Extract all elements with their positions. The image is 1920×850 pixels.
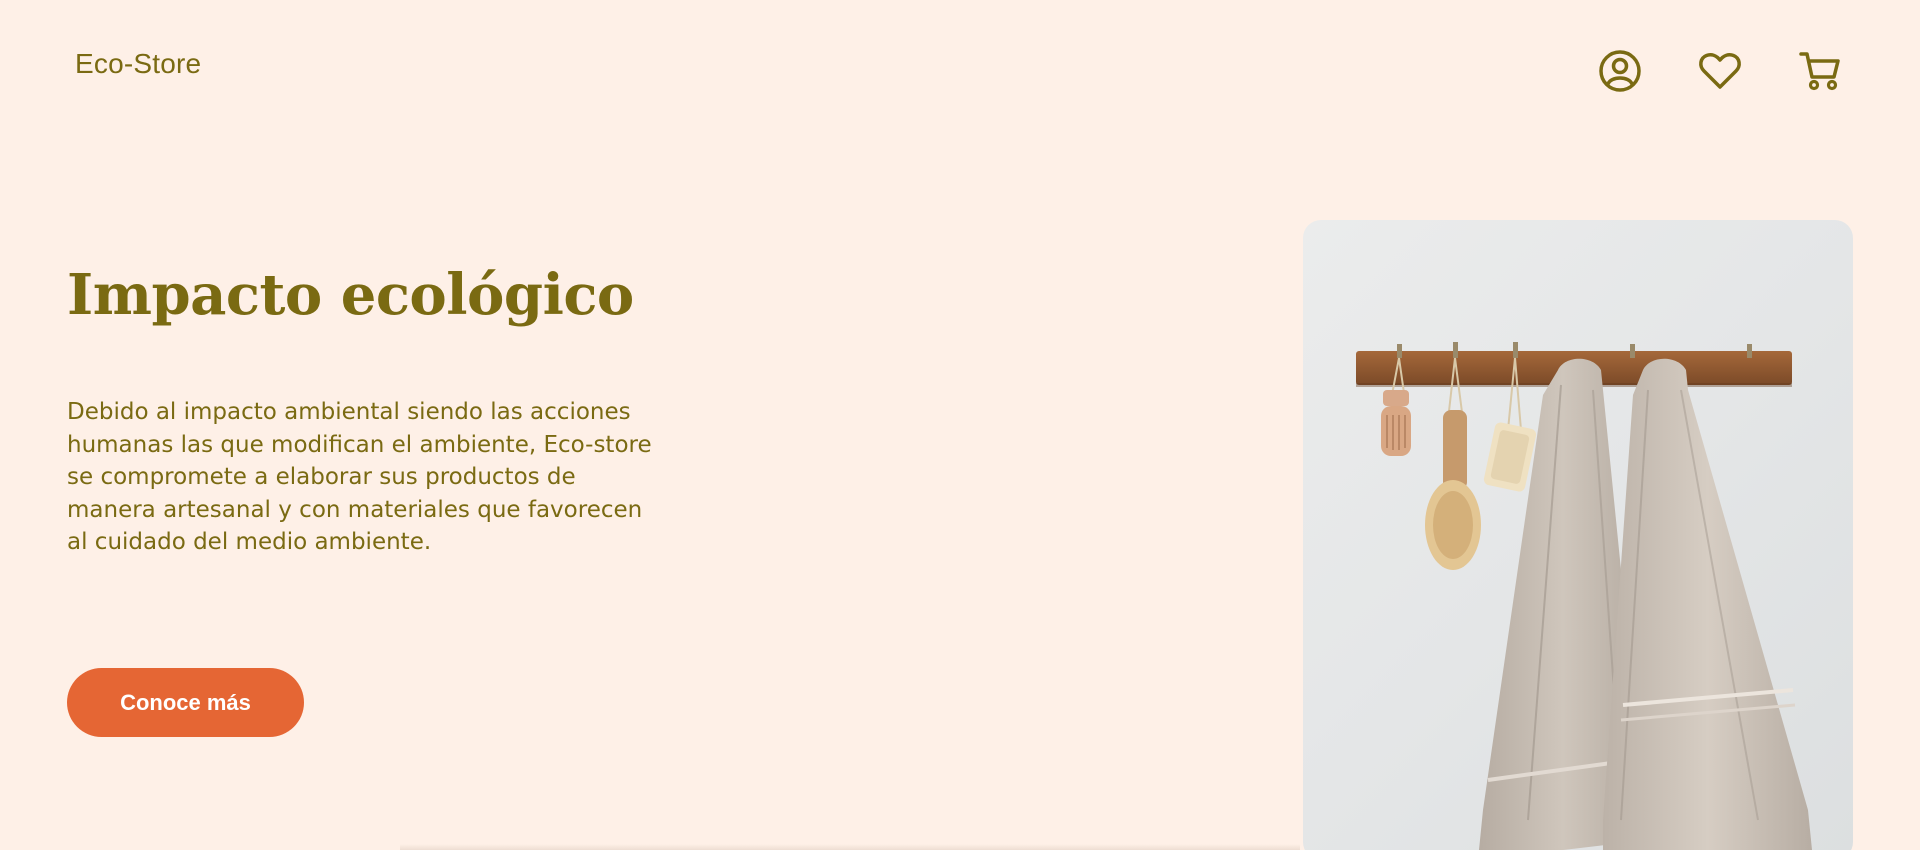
page: Eco-Store Impacto ecológico Debido al im… bbox=[0, 0, 1920, 850]
user-profile-icon[interactable] bbox=[1597, 48, 1643, 94]
shopping-cart-icon[interactable] bbox=[1797, 48, 1843, 94]
learn-more-button[interactable]: Conoce más bbox=[67, 668, 304, 737]
section-divider-shadow bbox=[400, 844, 1300, 850]
hero-description: Debido al impacto ambiental siendo las a… bbox=[67, 399, 652, 555]
heart-icon[interactable] bbox=[1697, 48, 1743, 94]
header-icons bbox=[0, 48, 1920, 98]
towels-on-hook-rack-illustration bbox=[1356, 342, 1812, 850]
hero-image bbox=[1303, 220, 1853, 850]
hero-title: Impacto ecológico bbox=[67, 262, 634, 328]
